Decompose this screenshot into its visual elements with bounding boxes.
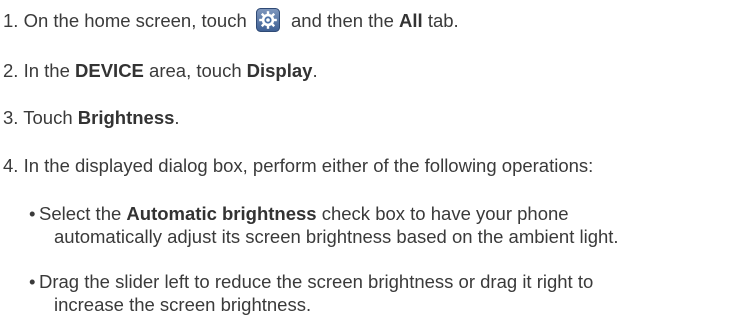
bullet-text: check box to have your phone — [321, 203, 569, 224]
step-text: On the home screen, touch — [23, 10, 247, 31]
bullet-text: Select the — [39, 203, 122, 224]
step-number: 2. — [3, 60, 19, 81]
bullet-2: • Drag the slider left to reduce the scr… — [29, 270, 593, 316]
instructions-page: { "steps": [ { "num": "1.", "text_a": "O… — [0, 0, 746, 334]
step-2: 2. In the DEVICE area, touch Display. — [3, 59, 318, 82]
settings-gear-icon — [255, 8, 280, 32]
automatic-brightness-label: Automatic brightness — [126, 203, 317, 224]
display-label: Display — [246, 60, 313, 81]
bullet-line-2: automatically adjust its screen brightne… — [54, 226, 619, 247]
bullet-mark: • — [29, 203, 36, 224]
step-text: Touch — [23, 107, 73, 128]
step-number: 3. — [3, 107, 19, 128]
step-1: 1. On the home screen, touch and then th… — [3, 8, 459, 32]
step-4: 4. In the displayed dialog box, perform … — [3, 154, 593, 177]
step-text: . — [174, 107, 180, 128]
step-number: 4. — [3, 155, 19, 176]
step-text: In the displayed dialog box, perform eit… — [23, 155, 594, 176]
device-area-label: DEVICE — [75, 60, 144, 81]
step-text: and then the — [291, 10, 394, 31]
all-tab-label: All — [399, 10, 423, 31]
step-number: 1. — [3, 10, 19, 31]
step-3: 3. Touch Brightness. — [3, 106, 180, 129]
step-text: tab. — [427, 10, 459, 31]
bullet-mark: • — [29, 271, 36, 292]
step-text: . — [312, 60, 318, 81]
bullet-line-1: Drag the slider left to reduce the scree… — [39, 271, 594, 292]
step-text: area, touch — [149, 60, 242, 81]
bullet-line-1: Select the Automatic brightness check bo… — [29, 202, 619, 225]
step-text: In the — [23, 60, 70, 81]
bullet-line-2: increase the screen brightness. — [54, 294, 312, 315]
brightness-label: Brightness — [77, 107, 175, 128]
bullet-1: • Select the Automatic brightness check … — [29, 202, 619, 248]
